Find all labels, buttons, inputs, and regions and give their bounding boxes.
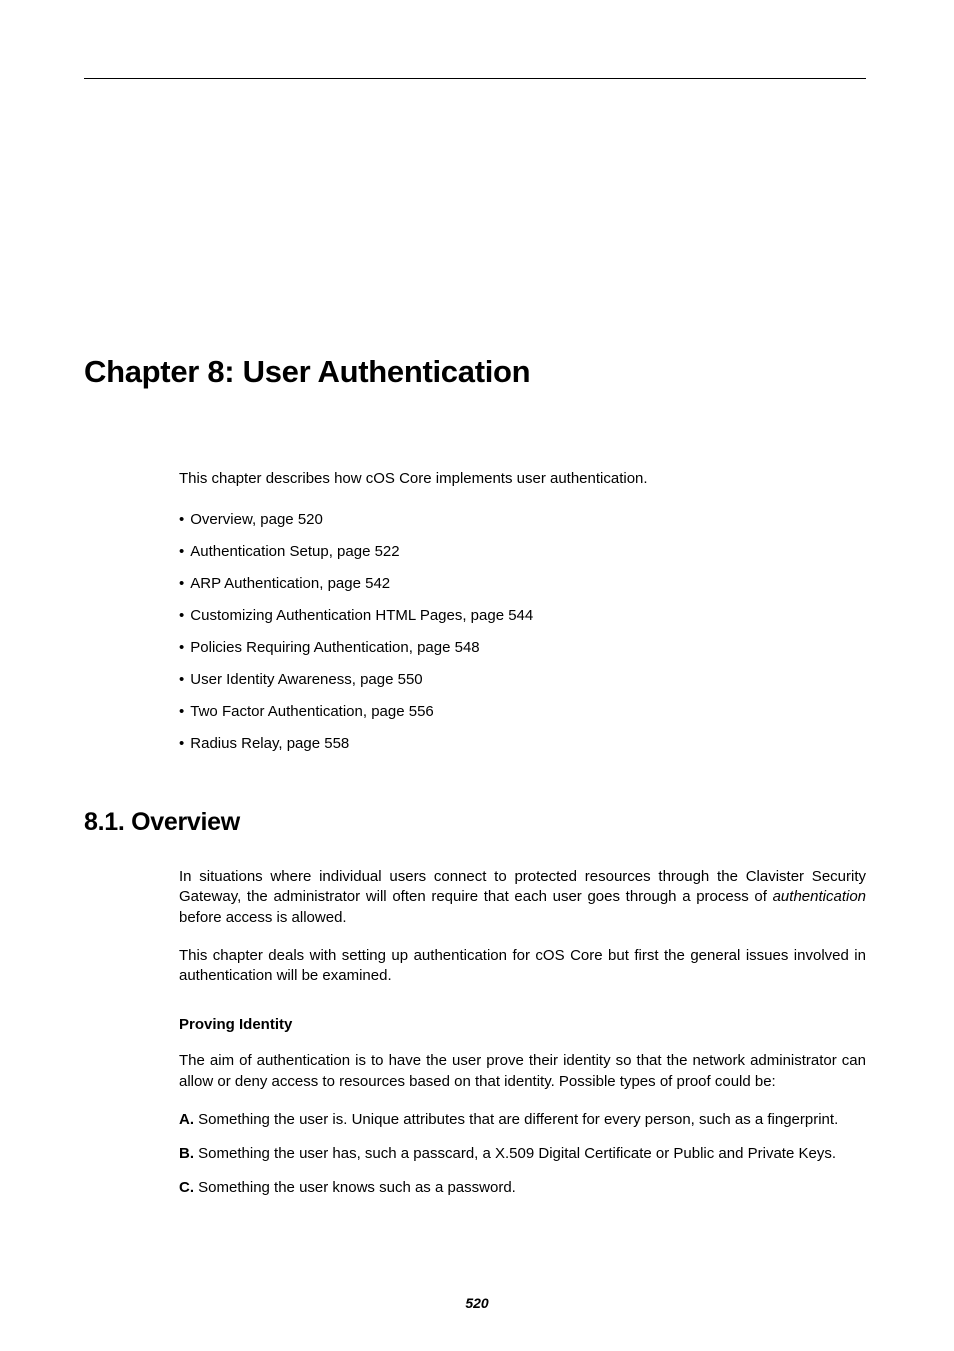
chapter-title: Chapter 8: User Authentication: [84, 354, 866, 390]
proof-a-label: A.: [179, 1111, 194, 1128]
toc-item: User Identity Awareness, page 550: [179, 671, 866, 688]
header-rule: [84, 78, 866, 79]
proof-a-text: Something the user is. Unique attributes…: [194, 1111, 838, 1128]
section-title: 8.1. Overview: [84, 808, 866, 837]
proof-c-text: Something the user knows such as a passw…: [194, 1179, 516, 1196]
overview-para-1: In situations where individual users con…: [179, 867, 866, 928]
proof-c-label: C.: [179, 1179, 194, 1196]
proof-item-b: B. Something the user has, such a passca…: [179, 1144, 866, 1164]
toc-item: Overview, page 520: [179, 511, 866, 528]
proving-identity-para: The aim of authentication is to have the…: [179, 1051, 866, 1092]
intro-text: This chapter describes how cOS Core impl…: [179, 470, 866, 487]
toc-item: Policies Requiring Authentication, page …: [179, 639, 866, 656]
toc-item: Customizing Authentication HTML Pages, p…: [179, 607, 866, 624]
proof-b-label: B.: [179, 1145, 194, 1162]
toc-item: Two Factor Authentication, page 556: [179, 703, 866, 720]
toc-list: Overview, page 520 Authentication Setup,…: [179, 511, 866, 752]
toc-item: ARP Authentication, page 542: [179, 575, 866, 592]
overview-para-1-italic: authentication: [773, 888, 866, 905]
proof-item-a: A. Something the user is. Unique attribu…: [179, 1110, 866, 1130]
proof-b-text: Something the user has, such a passcard,…: [194, 1145, 836, 1162]
overview-para-1b: before access is allowed.: [179, 909, 347, 926]
toc-item: Radius Relay, page 558: [179, 735, 866, 752]
proof-item-c: C. Something the user knows such as a pa…: [179, 1178, 866, 1198]
overview-para-1a: In situations where individual users con…: [179, 868, 866, 905]
sub-heading-proving-identity: Proving Identity: [179, 1016, 866, 1033]
overview-para-2: This chapter deals with setting up authe…: [179, 946, 866, 987]
page-number: 520: [0, 1295, 954, 1311]
toc-item: Authentication Setup, page 522: [179, 543, 866, 560]
